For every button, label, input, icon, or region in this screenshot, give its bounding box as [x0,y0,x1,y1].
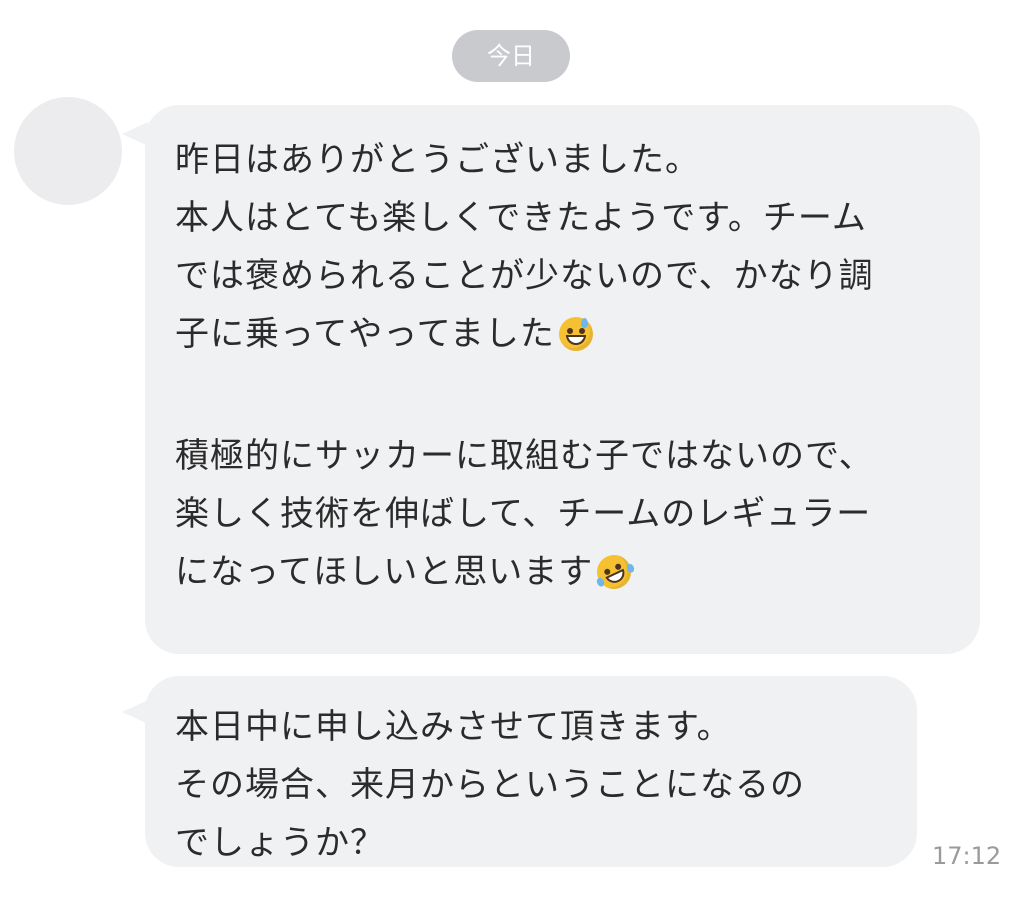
avatar[interactable] [14,97,122,205]
message-line: 昨日はありがとうございました。 [175,140,700,180]
grinning-face-with-sweat-icon [558,317,593,351]
message-line-with-emoji: になってほしいと思います [175,543,956,601]
message-bubble[interactable]: 本日中に申し込みさせて頂きます。 その場合、来月からということになるの でしょう… [145,676,917,867]
message-line: では褒められることが少ないので、かなり調 [175,256,874,296]
message-line: 子に乗ってやってました [175,314,555,354]
message-line: 積極的にサッカーに取組む子ではないので、 [175,436,874,476]
message-line: その場合、来月からということになるの [175,765,805,805]
message-line: 本日中に申し込みさせて頂きます。 [175,707,732,747]
message-line: 楽しく技術を伸ばして、チームのレギュラー [175,494,872,534]
message-line: 本人はとても楽しくできたようです。チーム [175,198,867,238]
message-line: でしょうか？ [175,823,385,863]
date-divider: 今日 [452,30,570,82]
message-line: になってほしいと思います [175,552,594,592]
message-bubble[interactable]: 昨日はありがとうございました。 本人はとても楽しくできたようです。チーム では褒… [145,105,980,654]
rolling-on-the-floor-laughing-icon [591,549,637,595]
message-timestamp: 17:12 [932,842,1002,870]
message-line-with-emoji: 子に乗ってやってました [175,305,956,363]
